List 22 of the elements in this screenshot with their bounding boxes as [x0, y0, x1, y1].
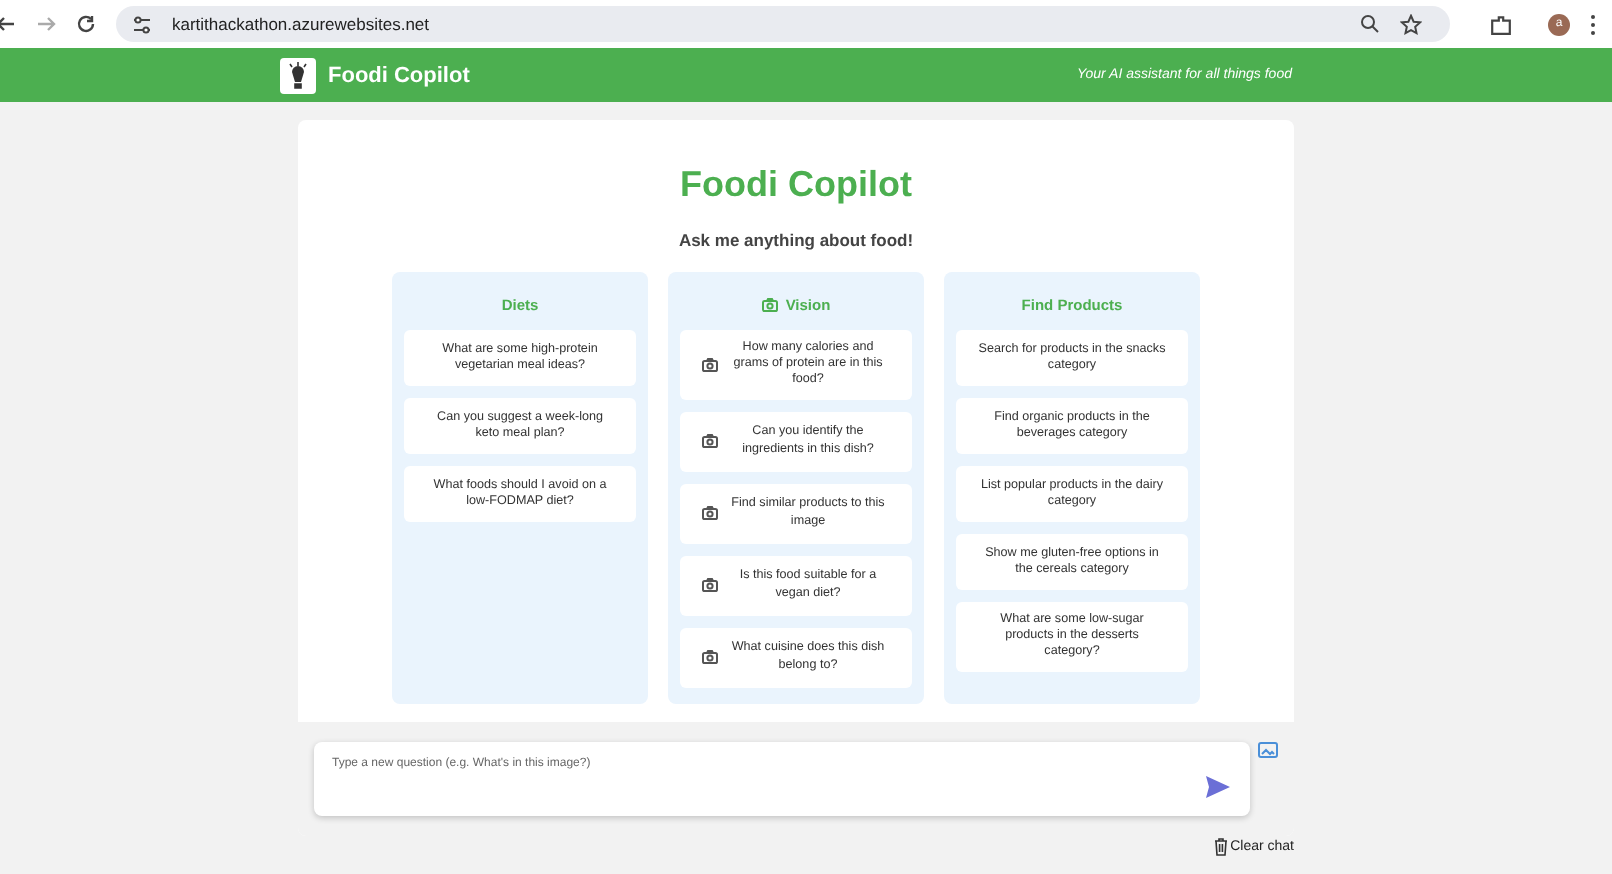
site-settings-icon[interactable]	[132, 15, 152, 33]
extensions-icon[interactable]	[1490, 13, 1512, 35]
camera-icon	[702, 506, 718, 521]
trash-icon	[1214, 838, 1229, 856]
zoom-icon[interactable]	[1360, 14, 1380, 34]
reload-icon[interactable]	[76, 14, 96, 34]
subtitle: Ask me anything about food!	[678, 230, 914, 250]
menu-icon[interactable]	[1590, 13, 1596, 35]
camera-icon	[702, 650, 718, 665]
image-upload-icon[interactable]	[1258, 742, 1278, 760]
back-icon[interactable]	[0, 14, 16, 34]
send-icon[interactable]	[1206, 776, 1230, 798]
address-bar[interactable]: kartithackathon.azurewebsites.net	[116, 6, 1450, 42]
logo-icon	[280, 57, 316, 93]
main-title: Foodi Copilot	[680, 164, 912, 206]
app-title: Foodi Copilot	[328, 63, 470, 87]
camera-icon	[702, 578, 718, 593]
star-icon[interactable]	[1400, 13, 1422, 35]
camera-icon	[702, 357, 718, 372]
camera-icon	[761, 297, 778, 311]
url-text: kartithackathon.azurewebsites.net	[172, 14, 430, 34]
camera-icon	[702, 434, 718, 449]
